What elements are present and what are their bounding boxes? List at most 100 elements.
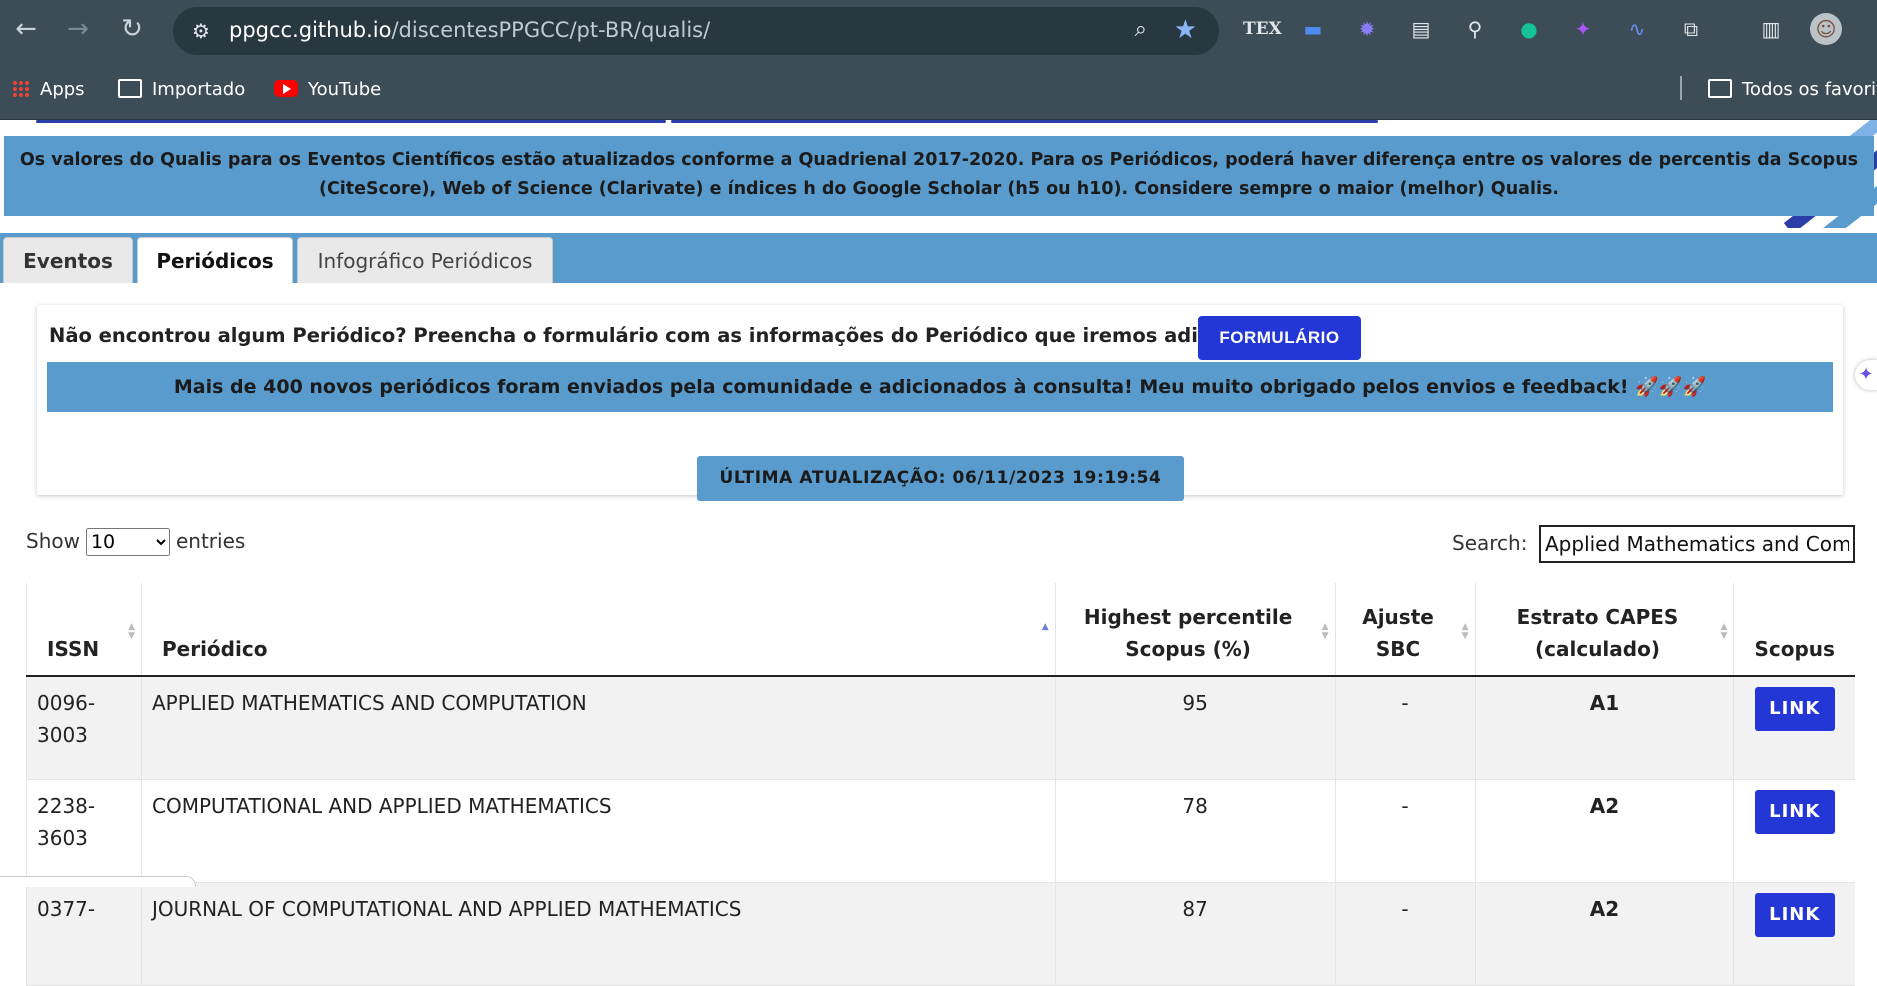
sort-icon: ▲ ▼ [1321,622,1329,641]
scopus-link-button[interactable]: LINK [1754,790,1835,834]
col-scopus-label: Scopus [1754,637,1835,661]
title-cell: APPLIED MATHEMATICS AND COMPUTATION [140,676,1056,780]
issn-part: 0377- [37,897,96,921]
table-row: 2238- 3603 COMPUTATIONAL AND APPLIED MATH… [26,779,1855,883]
url-path: /discentesPPGCC/pt-BR/qualis/ [391,18,711,42]
community-message: Mais de 400 novos periódicos foram envia… [47,362,1833,412]
periodicos-table: ISSN ▲ ▼ Periódico ▲ Highest percentile Scop… [26,583,1855,986]
entries-select[interactable]: 10 [85,528,170,556]
tab-eventos[interactable]: Eventos [3,237,133,283]
folder-icon [118,79,142,98]
waveform-extension-icon[interactable]: ∿ [1621,13,1653,45]
search-label: Search: [1452,531,1528,555]
bookmarks-separator [1680,76,1682,100]
col-ajuste-label-2: SBC [1375,637,1421,661]
grammarly-icon[interactable]: ● [1513,13,1545,45]
magnifier-extension-icon[interactable]: ⚲ [1459,13,1491,45]
extensions-puzzle-icon[interactable]: ⧉ [1675,13,1707,45]
issn-part: 2238- [37,794,96,818]
site-info-icon[interactable]: ⚙ [187,17,215,45]
col-estrato[interactable]: Estrato CAPES (calculado) ▲ ▼ [1474,583,1734,677]
table-row: 0377- JOURNAL OF COMPUTATIONAL AND APPLI… [26,882,1855,986]
bookmark-importado[interactable]: Importado [118,76,245,104]
ajuste-cell: - [1334,882,1476,986]
entries-control: Show 10 entries [26,528,245,556]
title-cell: COMPUTATIONAL AND APPLIED MATHEMATICS [140,779,1056,883]
top-decoration [36,120,666,123]
title-cell: JOURNAL OF COMPUTATIONAL AND APPLIED MAT… [140,882,1056,986]
col-percentile[interactable]: Highest percentile Scopus (%) ▲ ▼ [1054,583,1336,677]
tex-extension-icon[interactable]: TEX [1243,13,1282,45]
ai-assistant-icon[interactable]: ✦ [1567,13,1599,45]
bookmark-apps[interactable]: Apps [12,76,85,104]
tab-infografico[interactable]: Infográfico Periódicos [297,237,553,283]
col-percentile-label-2: Scopus (%) [1125,637,1251,661]
qualis-notice: Os valores do Qualis para os Eventos Cie… [4,136,1874,216]
back-arrow-icon[interactable]: ← [12,15,40,43]
issn-part: 3603 [37,826,88,850]
scopus-cell: LINK [1733,779,1855,883]
scopus-cell: LINK [1733,676,1855,780]
bookmark-apps-label: Apps [40,79,85,100]
bottom-popup-edge [0,876,196,887]
bookmark-star-icon[interactable]: ★ [1174,15,1197,45]
scopus-link-button[interactable]: LINK [1754,687,1835,731]
col-percentile-label-1: Highest percentile [1083,605,1293,629]
sparkle-assistant-icon[interactable]: ✦ [1855,360,1877,390]
last-update-badge: ÚLTIMA ATUALIZAÇÃO: 06/11/2023 19:19:54 [697,456,1184,501]
sort-icon: ▲ ▼ [1720,622,1728,641]
col-estrato-label-1: Estrato CAPES [1516,605,1679,629]
estrato-cell: A2 [1474,882,1734,986]
tabs-bar: Eventos Periódicos Infográfico Periódico… [0,233,1877,283]
col-issn-label: ISSN [47,637,100,661]
issn-part: 3003 [37,723,88,747]
ajuste-cell: - [1334,779,1476,883]
tab-periodicos[interactable]: Periódicos [137,237,293,283]
col-ajuste-label-1: Ajuste [1362,605,1434,629]
sort-icon: ▲ ▼ [128,622,135,641]
col-issn[interactable]: ISSN ▲ ▼ [26,583,142,677]
percentile-cell: 87 [1054,882,1336,986]
address-bar[interactable]: ⚙ ppgcc.github.io/discentesPPGCC/pt-BR/q… [173,7,1219,55]
other-bookmarks-label: Todos os favorito [1742,79,1877,100]
percentile-cell: 95 [1054,676,1336,780]
form-button[interactable]: FORMULÁRIO [1198,316,1361,360]
scopus-cell: LINK [1733,882,1855,986]
show-label: Show [26,529,80,553]
side-panel-icon[interactable]: ▥ [1755,13,1787,45]
window-extension-icon[interactable]: ▬ [1297,13,1329,45]
issn-part: 0096- [37,691,96,715]
profile-avatar[interactable]: ☺ [1810,13,1842,45]
folder-icon [1708,79,1732,98]
browser-toolbar: ← → ↻ ⚙ ppgcc.github.io/discentesPPGCC/p… [0,0,1877,62]
entries-label: entries [175,529,246,553]
url-text[interactable]: ppgcc.github.io/discentesPPGCC/pt-BR/qua… [229,18,710,42]
bookmark-youtube-label: YouTube [308,79,382,100]
zoom-icon[interactable]: ⌕ [1135,17,1147,42]
forward-arrow-icon[interactable]: → [64,15,92,43]
search-input[interactable] [1539,525,1855,563]
estrato-cell: A1 [1474,676,1734,780]
bookmarks-bar: Apps Importado YouTube Todos os favorito [0,62,1877,120]
bookmark-youtube[interactable]: YouTube [274,76,381,104]
col-ajuste[interactable]: Ajuste SBC ▲ ▼ [1334,583,1476,677]
sparkle-extension-icon[interactable]: ✹ [1351,13,1383,45]
estrato-cell: A2 [1474,779,1734,883]
sort-asc-icon: ▲ [1041,622,1049,632]
ajuste-cell: - [1334,676,1476,780]
form-prompt: Não encontrou algum Periódico? Preencha … [49,324,1293,347]
issn-cell: 0096- 3003 [26,676,142,780]
bookmark-importado-label: Importado [152,79,246,100]
scopus-link-button[interactable]: LINK [1754,893,1835,937]
document-extension-icon[interactable]: ▤ [1405,13,1437,45]
col-estrato-label-2: (calculado) [1534,637,1660,661]
col-scopus: Scopus [1733,583,1855,677]
issn-cell: 2238- 3603 [26,779,142,883]
percentile-cell: 78 [1054,779,1336,883]
reload-icon[interactable]: ↻ [118,15,146,43]
issn-cell: 0377- [26,882,142,986]
col-periodico[interactable]: Periódico ▲ [140,583,1056,677]
other-bookmarks[interactable]: Todos os favorito [1708,76,1877,104]
table-header-row: ISSN ▲ ▼ Periódico ▲ Highest percentile Scop… [26,583,1855,677]
top-decoration [671,120,1378,123]
